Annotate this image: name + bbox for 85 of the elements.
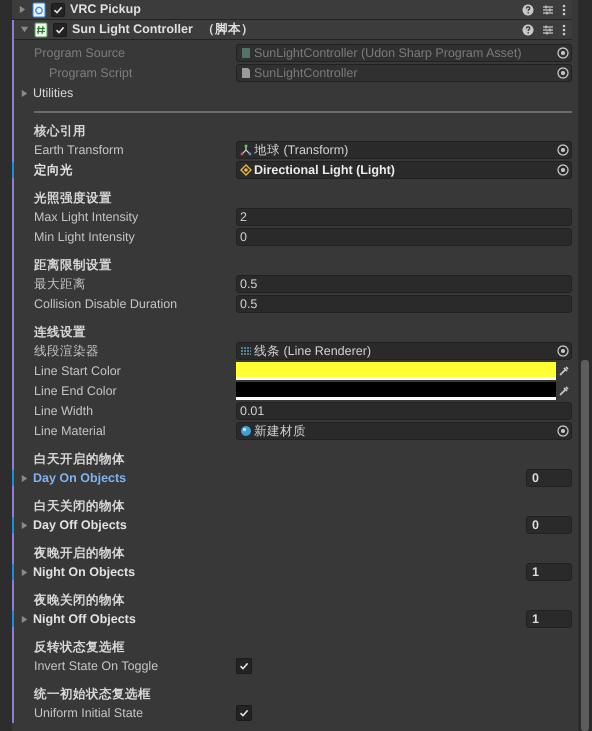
component-header[interactable]: Sun Light Controller （脚本） — [14, 20, 572, 40]
component-subtitle: （脚本） — [202, 21, 254, 38]
array-size-field[interactable]: 1 — [526, 563, 572, 581]
number-field[interactable]: 0.5 — [236, 275, 572, 293]
object-field[interactable]: 新建材质 — [236, 422, 572, 440]
array-foldout[interactable]: Day Off Objects — [33, 516, 127, 534]
array-size-field[interactable]: 0 — [526, 469, 572, 487]
scrollbar[interactable] — [578, 0, 592, 731]
object-picker-icon[interactable] — [557, 345, 569, 357]
object-field[interactable]: Directional Light (Light) — [236, 161, 572, 179]
scrollbar-thumb[interactable] — [581, 360, 589, 731]
object-field[interactable]: 地球 (Transform) — [236, 141, 572, 159]
field-label: 线段渲染器 — [33, 342, 100, 360]
script-icon — [34, 22, 48, 38]
object-picker-icon[interactable] — [557, 164, 569, 176]
checkbox[interactable] — [236, 705, 252, 721]
field-label: Max Light Intensity — [33, 208, 140, 226]
more-menu-icon[interactable] — [562, 4, 566, 16]
field-label: 定向光 — [32, 162, 74, 179]
array-size-field[interactable]: 0 — [526, 516, 572, 534]
field-label: 最大距离 — [33, 276, 87, 293]
script-icon — [32, 2, 46, 18]
section-header: 距离限制设置 — [33, 257, 113, 274]
foldout-arrow-icon[interactable] — [20, 88, 29, 98]
object-picker-icon[interactable] — [557, 144, 569, 156]
sphere-icon — [240, 425, 252, 437]
field-label: Earth Transform — [33, 142, 125, 159]
field-label: Line End Color — [33, 382, 118, 400]
array-foldout[interactable]: Day On Objects — [33, 468, 126, 488]
foldout-arrow-icon[interactable] — [20, 474, 29, 482]
field-label: Collision Disable Duration — [33, 296, 178, 313]
section-header: 夜晚关闭的物体 — [32, 592, 126, 609]
asset-icon — [240, 47, 252, 59]
array-foldout[interactable]: Night On Objects — [33, 562, 136, 582]
foldout-arrow-icon[interactable] — [20, 568, 29, 576]
settings-sliders-icon[interactable] — [542, 24, 554, 36]
field-label: Line Start Color — [33, 362, 122, 380]
color-field[interactable] — [236, 382, 556, 400]
eyedropper-icon[interactable] — [558, 365, 570, 377]
help-icon[interactable] — [522, 24, 534, 36]
section-header: 白天关闭的物体 — [33, 498, 126, 515]
number-field[interactable]: 0 — [236, 228, 572, 246]
foldout-arrow-icon[interactable] — [18, 5, 27, 14]
foldout-arrow-icon[interactable] — [20, 614, 29, 624]
foldout-arrow-icon[interactable] — [20, 25, 29, 34]
object-picker-icon[interactable] — [557, 425, 569, 437]
object-field[interactable]: 线条 (Line Renderer) — [236, 342, 572, 360]
number-field[interactable]: 2 — [236, 208, 572, 226]
checkbox[interactable] — [236, 658, 252, 674]
array-foldout[interactable]: Night Off Objects — [33, 610, 136, 628]
color-field[interactable] — [236, 362, 556, 380]
section-header: 核心引用 — [32, 123, 87, 140]
section-header: 统一初始状态复选框 — [32, 686, 152, 703]
field-label: Min Light Intensity — [33, 228, 136, 246]
settings-sliders-icon[interactable] — [542, 4, 554, 16]
field-label: Line Material — [33, 422, 107, 440]
eyedropper-icon[interactable] — [558, 385, 570, 397]
number-field[interactable]: 0.5 — [236, 295, 572, 313]
more-menu-icon[interactable] — [562, 24, 566, 36]
section-header: 夜晚开启的物体 — [32, 545, 126, 562]
transform-icon — [240, 144, 252, 156]
enable-checkbox[interactable] — [53, 22, 67, 36]
section-header: 反转状态复选框 — [32, 639, 126, 656]
section-header: 连线设置 — [33, 324, 87, 341]
checkmark-icon — [239, 708, 249, 718]
foldout-arrow-icon[interactable] — [20, 520, 29, 530]
section-header: 光照强度设置 — [32, 190, 113, 207]
help-icon[interactable] — [522, 4, 534, 16]
field-label: Uniform Initial State — [33, 704, 144, 722]
field-label: Program Source — [33, 44, 126, 62]
enable-checkbox[interactable] — [51, 2, 65, 16]
component-title: VRC Pickup — [70, 1, 141, 18]
line-icon — [240, 345, 252, 357]
checkmark-icon — [239, 661, 249, 671]
field-label: Line Width — [33, 402, 94, 420]
foldout-label[interactable]: Utilities — [33, 84, 74, 102]
file-icon — [240, 67, 252, 79]
array-size-field[interactable]: 1 — [526, 610, 572, 628]
section-header: 白天开启的物体 — [33, 451, 126, 468]
component-header[interactable]: VRC Pickup — [12, 0, 572, 20]
field-label: Program Script — [48, 64, 134, 82]
component-title: Sun Light Controller — [72, 21, 193, 38]
field-label: Invert State On Toggle — [33, 658, 160, 675]
number-field[interactable]: 0.01 — [236, 402, 572, 420]
light-icon — [240, 164, 252, 176]
